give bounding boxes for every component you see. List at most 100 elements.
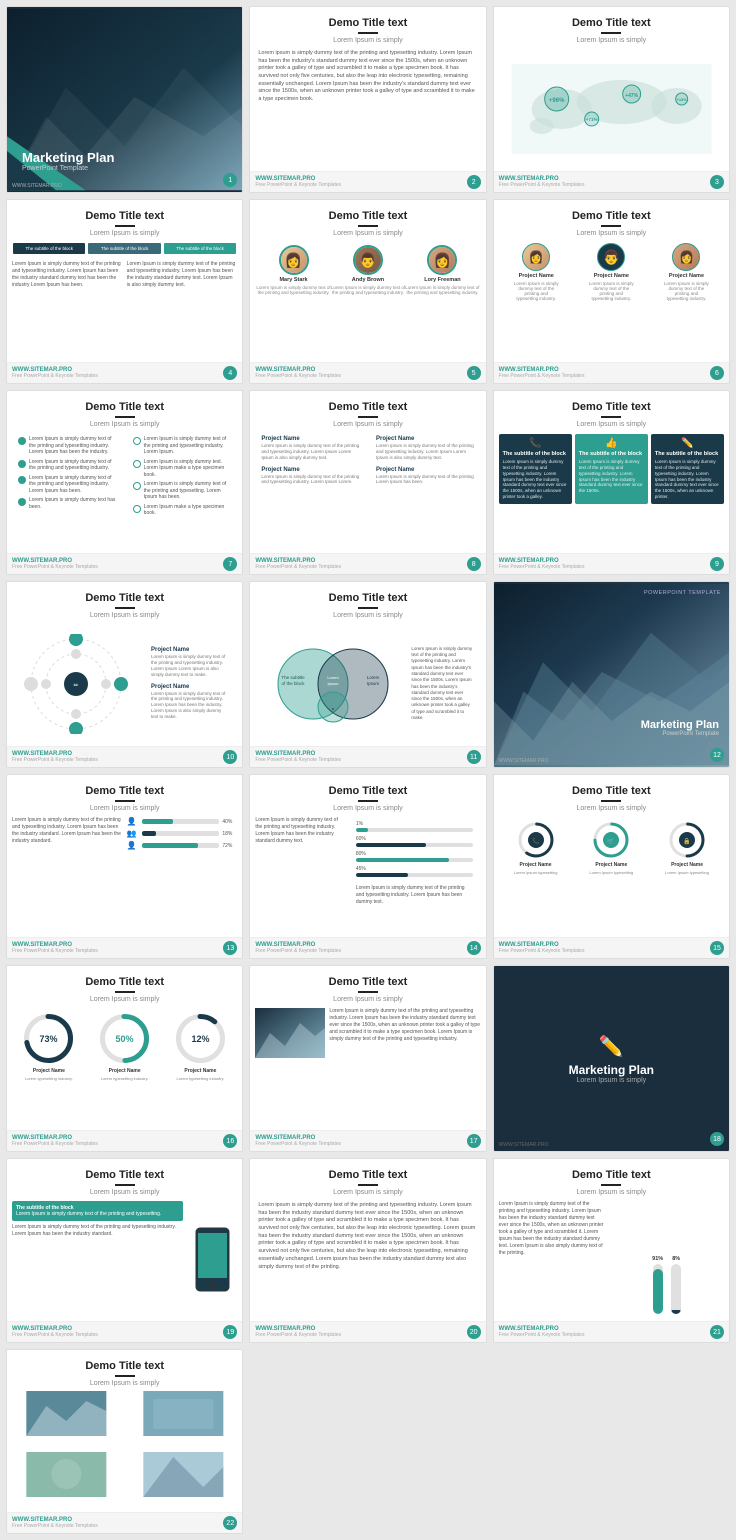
big-circle-3: 12% Project Name Lorem typesetting indus… [173,1011,228,1081]
slide-20-header: Demo Title text Lorem Ipsum is simply [250,1159,485,1198]
svg-text:Ipsum: Ipsum [367,681,380,686]
slide-21-header: Demo Title text Lorem Ipsum is simply [494,1159,729,1198]
big-circle-1: 73% Project Name Lorem typesetting indus… [21,1011,76,1081]
divider [358,1184,378,1186]
slide-6-header: Demo Title text Lorem Ipsum is simply [494,200,729,239]
list-item-4: Lorem Ipsum is simply dummy text has bee… [18,497,117,510]
footer-tagline: Free PowerPoint & Keynote Templates [499,564,585,570]
slide-10-title: Demo Title text [15,592,234,604]
slide-7-title: Demo Title text [15,401,234,413]
big-circle-1-label: Project Name [33,1068,65,1074]
divider [601,1184,621,1186]
slide-4-subtitle: Lorem Ipsum is simply [15,230,234,237]
progress-4: 45% [356,866,473,877]
slide-8-header: Demo Title text Lorem Ipsum is simply [250,391,485,430]
svg-text:12%: 12% [191,1034,209,1044]
slide-7-content: Lorem Ipsum is simply dummy text of the … [7,430,242,553]
slide-21-content: Lorem Ipsum is simply dummy text of the … [494,1198,729,1321]
footer-tagline: Free PowerPoint & Keynote Templates [12,373,98,379]
pen-icon: ✏️ [599,1034,624,1059]
slide-19-number: 19 [223,1325,237,1339]
project-2: Project Name Lorem Ipsum is simply dummy… [255,464,366,489]
slide-14-title: Demo Title text [258,785,477,797]
slide-22-subtitle: Lorem Ipsum is simply [15,1380,234,1387]
divider [358,991,378,993]
slide-9-title: Demo Title text [502,401,721,413]
slide-4-footer: WWW.SITEMAR.PRO Free PowerPoint & Keynot… [7,362,242,383]
circle-svg-3: 🔒 [667,820,707,860]
slide-6-title: Demo Title text [502,210,721,222]
slide-19: Demo Title text Lorem Ipsum is simply Th… [6,1158,243,1343]
progress-bg-4 [356,873,473,877]
venn-svg: The subtitle of the block Lorem Ipsum Lo… [258,639,408,729]
avatar-icon-3: 👩 [672,243,700,271]
slide-17: Demo Title text Lorem Ipsum is simply L [249,965,486,1152]
person-icon-3: 👩 Project Name Lorem Ipsum is simply dum… [664,243,709,301]
mountain-cover: PowerPoint Template Marketing Plan Power… [494,582,729,767]
bar-track-3 [142,843,220,848]
slide-3-title: Demo Title text [502,17,721,29]
bar-icon-2: 👥 [127,829,139,838]
slide-15-footer: WWW.SITEMAR.PRO Free PowerPoint & Keynot… [494,937,729,958]
slide-17-subtitle: Lorem Ipsum is simply [258,996,477,1003]
slide-7-header: Demo Title text Lorem Ipsum is simply [7,391,242,430]
big-circle-2: 50% Project Name Lorem typesetting indus… [97,1011,152,1081]
bar-track-1 [142,819,220,824]
dot-5 [133,437,141,445]
list-text-5: Lorem Ipsum is simply dummy text of the … [144,436,232,456]
progress-bg-2 [356,843,473,847]
big-circle-2-label: Project Name [109,1068,141,1074]
dark-cover-subtitle: Lorem Ipsum is simply [577,1077,647,1084]
divider [358,800,378,802]
footer-tagline: Free PowerPoint & Keynote Templates [499,373,585,379]
progress-area: 1% 60% 80% [348,817,481,885]
slide-13-bars: 👤 40% 👥 18% 👤 [127,817,238,934]
divider [115,991,135,993]
slide-16-title: Demo Title text [15,976,234,988]
slide-22-footer: WWW.SITEMAR.PRO Free PowerPoint & Keynot… [7,1512,242,1533]
svg-text:of the block: of the block [282,681,306,686]
footer-tagline: Free PowerPoint & Keynote Templates [255,373,341,379]
card-1-title: The subtitle of the block [503,451,568,457]
person-icon-1: 👩 Project Name Lorem Ipsum is simply dum… [514,243,559,301]
slide-21-title: Demo Title text [502,1169,721,1181]
big-svg-1: 73% [21,1011,76,1066]
dot-2 [18,460,26,468]
slide-21: Demo Title text Lorem Ipsum is simply Lo… [493,1158,730,1343]
list-item-5: Lorem Ipsum is simply dummy text of the … [133,436,232,456]
slide-17-text: Lorem Ipsum is simply dummy text of the … [329,1008,480,1127]
bar-row-3: 👤 72% [127,841,238,850]
slide-11: Demo Title text Lorem Ipsum is simply Th… [249,581,486,768]
slide-14-text-right: Lorem Ipsum is simply dummy text of the … [348,885,481,906]
tab-1: The subtitle of the block [13,243,85,254]
bar-row-1: 👤 40% [127,817,238,826]
bar-track-2 [142,831,220,836]
card-row: 📞 The subtitle of the block Lorem Ipsum … [494,430,729,508]
slide-14: Demo Title text Lorem Ipsum is simply Lo… [249,774,486,959]
footer-tagline: Free PowerPoint & Keynote Templates [255,564,341,570]
circle-chart-2: 🛒 Project Name Lorem Ipsum typesetting [589,820,633,875]
footer-tagline: Free PowerPoint & Keynote Templates [499,948,585,954]
footer-tagline: Free PowerPoint & Keynote Templates [12,948,98,954]
photo-3 [9,1452,124,1511]
footer-tagline: Free PowerPoint & Keynote Templates [499,1332,585,1338]
cover-site-url: WWW.SITEMAR.PRO [12,183,62,189]
avatar-1: 👩 [279,245,309,275]
dark-url: WWW.SITEMAR.PRO [499,1142,549,1148]
photo-2 [126,1391,241,1450]
project-3: Project Name Lorem Ipsum is simply dummy… [370,433,481,464]
footer-tagline: Free PowerPoint & Keynote Templates [255,182,341,188]
map-area: +96% +47% +71% +13% [500,50,723,167]
card-1-icon: 📞 [503,438,568,449]
slide-3-footer: WWW.SITEMAR.PRO Free PowerPoint & Keynot… [494,171,729,192]
people-row: 👩 Mary Stark Lorem Ipsum is simply dummy… [250,239,485,301]
circle-chart-1: 📞 Project Name Lorem Ipsum typesetting [514,820,558,875]
circle-chart-3: 🔒 Project Name Lorem Ipsum typesetting [665,820,709,875]
slide-3-header: Demo Title text Lorem Ipsum is simply [494,7,729,46]
slide-4-header: Demo Title text Lorem Ipsum is simply [7,200,242,239]
slide-13-subtitle: Lorem Ipsum is simply [15,805,234,812]
dot-8 [133,505,141,513]
slide-20-footer: WWW.SITEMAR.PRO Free PowerPoint & Keynot… [250,1321,485,1342]
slide-14-text-left: Lorem Ipsum is simply dummy text of the … [255,817,344,934]
col-left: Lorem Ipsum is simply dummy text of the … [12,261,123,359]
